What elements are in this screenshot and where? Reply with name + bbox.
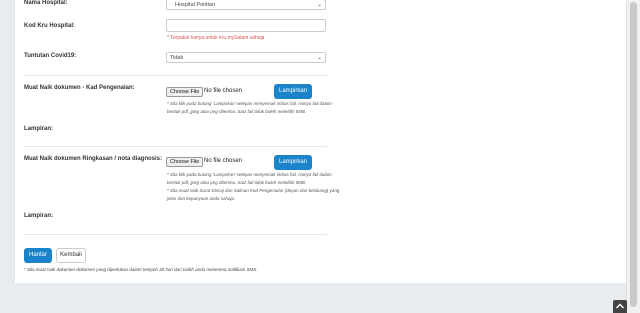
upload-ringkasan-hint-3: * Sila muat naik Surat Discaj dan Salina… bbox=[167, 188, 340, 193]
section-divider bbox=[24, 75, 327, 76]
scroll-top-button[interactable] bbox=[613, 300, 627, 313]
page-bottom-background bbox=[0, 283, 627, 313]
upload-ringkasan-file-button[interactable]: Choose File bbox=[166, 157, 204, 167]
upload-ringkasan-label: Muat Naik dokumen Ringkasan / nota diagn… bbox=[24, 156, 163, 162]
section-divider bbox=[24, 146, 327, 147]
form-panel bbox=[15, 0, 365, 283]
upload-ringkasan-hint-2: bentuk pdf, jpeg atau png diterima. Saiz… bbox=[167, 180, 307, 185]
upload-ringkasan-hint-1: * Sila klik pada butang 'Lampirkan' sele… bbox=[167, 172, 332, 177]
page-scrollbar[interactable] bbox=[626, 0, 640, 313]
scrollbar-thumb[interactable] bbox=[630, 2, 637, 307]
chevron-up-icon bbox=[616, 303, 624, 309]
upload-kad-attach-button[interactable]: Lampirkan bbox=[274, 84, 312, 99]
upload-kad-file-button[interactable]: Choose File bbox=[166, 87, 204, 97]
chevron-down-icon: ⌄ bbox=[316, 55, 322, 61]
nama-hospital-select[interactable]: Hospital Pontian ⌄ bbox=[166, 0, 326, 10]
upload-kad-label: Muat Naik dokumen - Kad Pengenalan: bbox=[24, 85, 135, 91]
tuntutan-value: Tidak bbox=[170, 55, 184, 61]
footer-note: * Sila muat naik dokumen-dokumen yang di… bbox=[24, 267, 258, 272]
submit-button[interactable]: Hantar bbox=[24, 248, 52, 263]
nama-hospital-label: Nama Hospital: bbox=[24, 0, 68, 6]
upload-kad-hint-2: bentuk pdf, jpeg atau png diterima. Saiz… bbox=[167, 109, 307, 114]
kod-kru-hint: * Terpakai hanya untuk kru mySalam sahaj… bbox=[167, 35, 265, 41]
nama-hospital-value: Hospital Pontian bbox=[175, 2, 216, 8]
tuntutan-select[interactable]: Tidak ⌄ bbox=[166, 52, 326, 63]
kod-kru-input[interactable] bbox=[166, 19, 326, 32]
upload-kad-file-status: No file chosen bbox=[204, 88, 243, 94]
right-content-area bbox=[365, 0, 627, 283]
lampiran-2-label: Lampiran: bbox=[24, 213, 54, 219]
back-button[interactable]: Kembali bbox=[56, 248, 86, 263]
upload-ringkasan-attach-button[interactable]: Lampirkan bbox=[274, 155, 312, 170]
tuntutan-label: Tuntutan Covid19: bbox=[24, 53, 77, 59]
section-divider bbox=[24, 234, 327, 235]
upload-ringkasan-hint-4: jelas dan kepunyaan anda sahaja. bbox=[167, 196, 236, 201]
upload-ringkasan-file-status: No file chosen bbox=[204, 158, 243, 164]
lampiran-1-label: Lampiran: bbox=[24, 126, 54, 132]
kod-kru-label: Kod Kru Hospital: bbox=[24, 23, 75, 29]
upload-kad-hint-1: * Sila klik pada butang 'Lampirkan' sele… bbox=[167, 101, 332, 106]
chevron-down-icon: ⌄ bbox=[316, 2, 322, 8]
